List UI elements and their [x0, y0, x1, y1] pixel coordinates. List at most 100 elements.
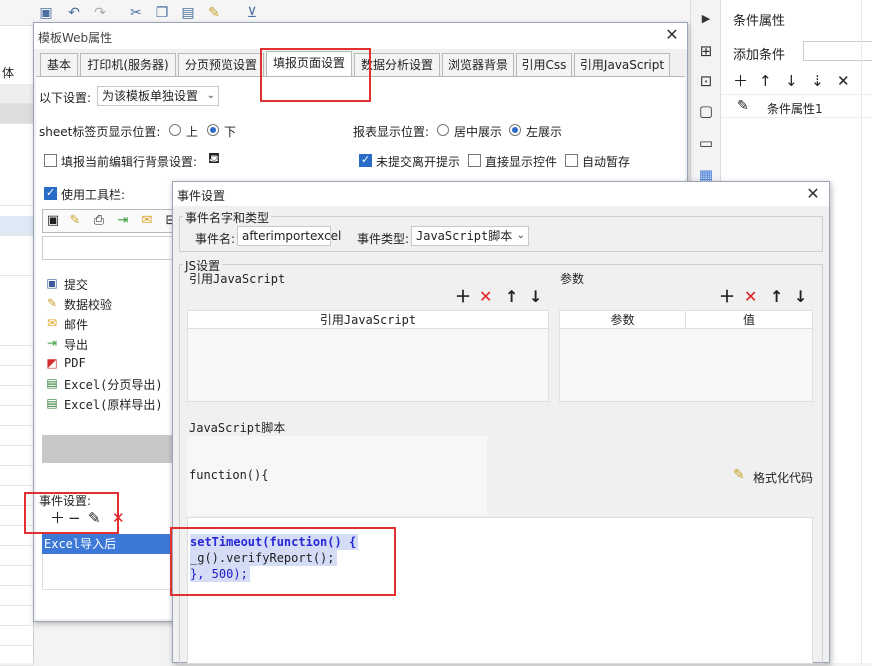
dialog-title: 事件设置 [177, 189, 226, 203]
condition-item[interactable]: ✎ 条件属性1 [721, 94, 872, 118]
unsubmitted-leave-label: 未提交离开提示 [376, 155, 461, 169]
format-code-button[interactable]: 格式化代码 [753, 469, 813, 486]
use-toolbar-checkbox[interactable] [44, 186, 57, 200]
paint-bucket-icon[interactable]: ⛾ [204, 149, 224, 169]
undo-icon[interactable]: ↶ [66, 5, 82, 21]
tab-basic[interactable]: 基本 [40, 53, 78, 76]
add-icon[interactable]: ＋ [719, 289, 735, 305]
dialog-titlebar: 模板Web属性 ✕ [34, 23, 687, 49]
cell-element-icon[interactable]: ▭ [697, 134, 715, 152]
arrow-down-icon[interactable]: ↓ [529, 289, 542, 305]
copy-icon[interactable]: ❐ [154, 5, 170, 21]
dialog-title: 模板Web属性 [38, 31, 113, 45]
delete-icon[interactable]: ✕ [744, 289, 757, 305]
chevron-down-icon: ⌄ [516, 230, 525, 241]
paste-icon[interactable]: ▤ [180, 5, 196, 21]
value-column-header: 值 [686, 311, 812, 329]
chevron-right-icon[interactable]: ▶ [697, 10, 715, 28]
sheet-position-bottom-radio[interactable] [207, 124, 219, 136]
cell-attr-icon[interactable]: ⊞ [697, 42, 715, 60]
toolbar-item-verify[interactable]: ✎ 数据校验 [42, 293, 182, 313]
export-icon: ⇥ [46, 336, 58, 350]
toolbar-item-export[interactable]: ⇥ 导出 [42, 333, 182, 353]
highlight-box [260, 48, 371, 102]
event-list-item[interactable]: Excel导入后 [42, 534, 182, 554]
mail-icon: ✉ [46, 316, 58, 330]
event-list-item-label: Excel导入后 [44, 537, 117, 551]
ref-js-table: 引用JavaScript [187, 310, 549, 402]
left-sheet-strip: 体 [0, 26, 34, 666]
frame-icon[interactable]: ▢ [697, 102, 715, 120]
settings-scope-select[interactable]: 为该模板单独设置 ⌄ [97, 86, 219, 106]
arrow-up-icon[interactable]: ↑ [759, 72, 772, 90]
event-name-input[interactable]: afterimportexcel [237, 226, 341, 246]
arrow-down-icon[interactable]: ↓ [794, 289, 807, 305]
pencil-icon: ✎ [737, 98, 749, 114]
format-painter-icon[interactable]: ✎ [206, 5, 222, 21]
toolbar-item-pdf[interactable]: ◩ PDF [42, 353, 182, 373]
direct-show-control-label: 直接显示控件 [485, 155, 558, 169]
close-icon[interactable]: ✕ [803, 184, 823, 204]
arrow-up-icon[interactable]: ↑ [770, 289, 783, 305]
cut-icon[interactable]: ✂ [128, 5, 144, 21]
sheet-position-label: sheet标签页显示位置: [39, 125, 161, 139]
toolbar-item-label: 导出 [64, 338, 89, 352]
print-icon[interactable]: ⎙ [91, 213, 107, 229]
ref-js-label: 引用JavaScript [189, 272, 286, 286]
arrow-down-icon[interactable]: ↓ [785, 72, 798, 90]
submit-icon: ▣ [46, 276, 58, 290]
toolbar-item-label: 提交 [64, 278, 89, 292]
delete-icon[interactable]: ✕ [837, 72, 850, 90]
delete-icon[interactable]: ✕ [479, 289, 492, 305]
arrow-up-icon[interactable]: ↑ [505, 289, 518, 305]
dialog-titlebar: 事件设置 ✕ [173, 182, 829, 206]
verify-icon[interactable]: ✎ [67, 213, 83, 229]
auto-save-checkbox[interactable] [565, 154, 578, 167]
event-list [42, 554, 182, 590]
add-icon[interactable]: ＋ [733, 72, 748, 90]
close-icon[interactable]: ✕ [662, 25, 682, 45]
toolbar-item-excel-page[interactable]: ▤ Excel(分页导出) [42, 373, 182, 393]
save-icon[interactable]: ▣ [38, 5, 54, 21]
mail-icon[interactable]: ✉ [139, 213, 155, 229]
export-icon[interactable]: ⇥ [115, 213, 131, 229]
tab-printer[interactable]: 打印机(服务器) [80, 53, 176, 76]
report-left-label: 左展示 [526, 125, 563, 139]
report-center-label: 居中展示 [454, 125, 503, 139]
condition-item-label: 条件属性1 [767, 102, 823, 116]
highlight-box [170, 527, 396, 596]
event-name-value: afterimportexcel [242, 229, 342, 243]
redo-icon[interactable]: ↷ [92, 5, 108, 21]
chevron-down-icon: ⌄ [206, 90, 215, 101]
event-type-select[interactable]: JavaScript脚本 ⌄ [411, 226, 529, 246]
params-label: 参数 [560, 272, 585, 286]
pdf-icon: ◩ [46, 356, 58, 370]
use-toolbar-label: 使用工具栏: [61, 188, 126, 202]
direct-show-control-checkbox[interactable] [468, 154, 481, 167]
broom-icon[interactable]: ✎ [733, 467, 745, 483]
sort-down-icon[interactable]: ⇣ [811, 72, 824, 90]
settings-scope-label: 以下设置: [39, 91, 92, 105]
toolbar-item-mail[interactable]: ✉ 邮件 [42, 313, 182, 333]
fill-bg-checkbox[interactable] [44, 154, 57, 167]
toolbar-item-excel-raw[interactable]: ▤ Excel(原样导出) [42, 393, 182, 413]
tab-browser-bg[interactable]: 浏览器背景 [442, 53, 514, 76]
widget-attr-icon[interactable]: ⊡ [697, 72, 715, 90]
sheet-position-top-label: 上 [186, 125, 199, 139]
report-center-radio[interactable] [437, 124, 449, 136]
save-icon[interactable]: ▣ [45, 213, 61, 229]
sheet-position-bottom-label: 下 [224, 125, 237, 139]
tab-page-preview[interactable]: 分页预览设置 [178, 53, 264, 76]
add-icon[interactable]: ＋ [455, 289, 471, 305]
toolbar-splitter [42, 435, 182, 463]
toolbar-item-label: 数据校验 [64, 298, 113, 312]
sheet-position-top-radio[interactable] [169, 124, 181, 136]
name-type-group-title: 事件名字和类型 [183, 209, 272, 226]
unsubmitted-leave-checkbox[interactable] [359, 153, 372, 167]
tab-ref-css[interactable]: 引用Css [516, 53, 572, 76]
left-strip-label: 体 [2, 66, 15, 80]
tab-ref-js[interactable]: 引用JavaScript [574, 53, 670, 76]
report-left-radio[interactable] [509, 124, 521, 136]
insert-icon[interactable]: ⊻ [244, 5, 260, 21]
toolbar-item-submit[interactable]: ▣ 提交 [42, 273, 182, 293]
